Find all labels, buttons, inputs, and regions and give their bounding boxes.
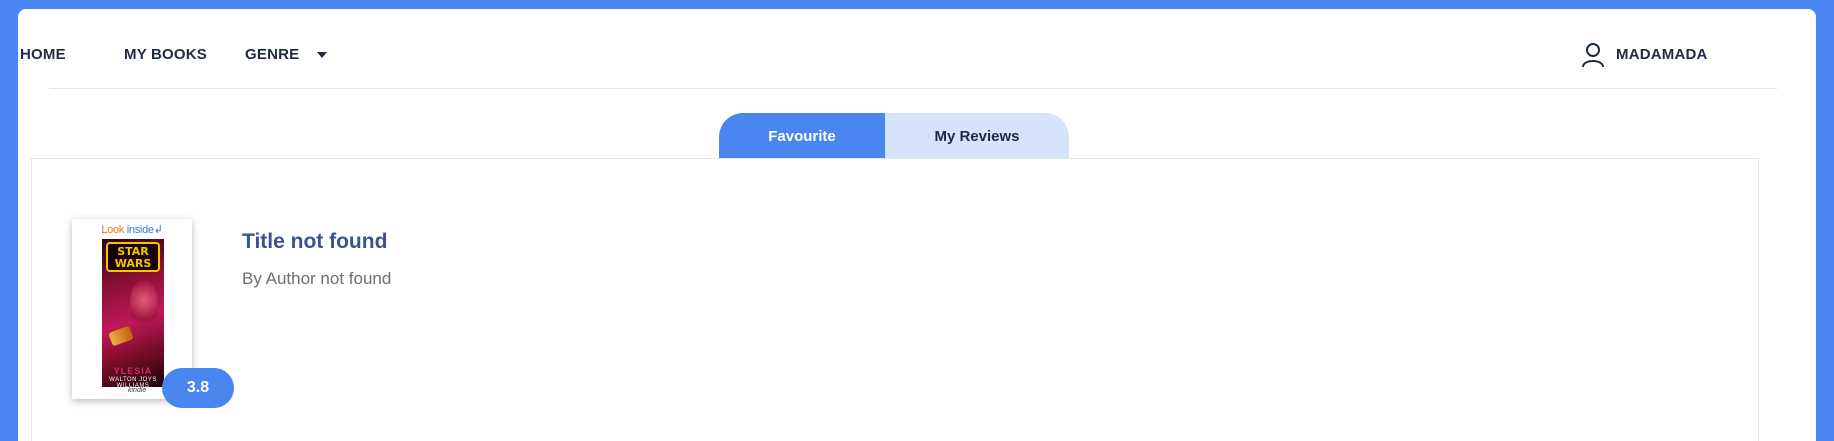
- user-icon[interactable]: [1581, 42, 1605, 68]
- cover-ship: [108, 325, 134, 347]
- cover-character: [130, 281, 158, 329]
- nav-genre-dropdown[interactable]: GENRE: [245, 46, 299, 63]
- cover-book-title: YLESIA: [113, 366, 153, 376]
- profile-tabs: Favourite My Reviews: [719, 113, 1069, 159]
- star-wars-logo: STAR WARS: [106, 242, 160, 272]
- look-inside-label: Look inside↲: [101, 224, 163, 236]
- tab-favourite[interactable]: Favourite: [719, 113, 885, 159]
- kindle-label: kindle: [128, 387, 147, 394]
- caret-down-icon[interactable]: [317, 52, 327, 58]
- book-author: By Author not found: [242, 269, 392, 288]
- favourites-panel: [31, 158, 1759, 441]
- rating-badge: 3.8: [162, 368, 234, 408]
- top-navbar: [49, 9, 1777, 89]
- nav-home-link[interactable]: HOME: [20, 46, 66, 63]
- book-title[interactable]: Title not found: [242, 230, 387, 254]
- nav-my-books-link[interactable]: MY BOOKS: [124, 46, 207, 63]
- user-menu-name[interactable]: MADAMADA: [1616, 46, 1708, 63]
- tab-my-reviews[interactable]: My Reviews: [885, 113, 1069, 159]
- cover-artwork: STAR WARS YLESIA WALTON JOYS WILLIAMS: [102, 239, 164, 389]
